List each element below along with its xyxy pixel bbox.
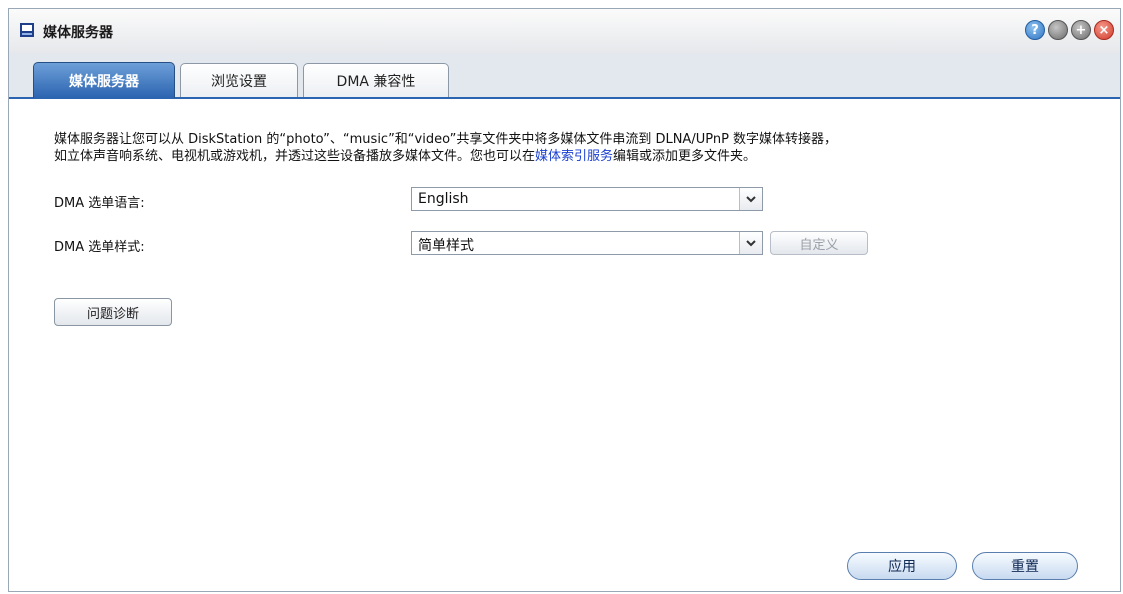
dma-language-value: English [418,191,469,207]
window-title: 媒体服务器 [43,25,113,41]
dma-style-select[interactable]: 简单样式 [411,231,763,255]
window-controls: ? + × [1025,20,1114,40]
description-text: 媒体服务器让您可以从 DiskStation 的“photo”、“music”和… [54,131,1094,165]
dma-style-label: DMA 选单样式: [54,240,145,255]
tab-browse-settings[interactable]: 浏览设置 [180,63,298,97]
chevron-down-icon[interactable] [739,188,762,210]
description-line-2-start: 如立体声音响系统、电视机或游戏机，并透过这些设备播放多媒体文件。您也可以在 [54,149,536,164]
dma-style-value: 简单样式 [418,238,474,254]
description-line-2-end: 编辑或添加更多文件夹。 [613,149,757,164]
dma-language-select[interactable]: English [411,187,763,211]
chevron-down-icon[interactable] [739,232,762,254]
reset-button[interactable]: 重置 [972,552,1078,580]
maximize-icon[interactable]: + [1071,20,1091,40]
description-line-2: 如立体声音响系统、电视机或游戏机，并透过这些设备播放多媒体文件。您也可以在媒体索… [54,148,1094,165]
dma-language-label: DMA 选单语言: [54,196,145,211]
tab-media-server[interactable]: 媒体服务器 [33,62,175,98]
tab-strip: 媒体服务器 浏览设置 DMA 兼容性 [9,53,1120,99]
close-icon[interactable]: × [1094,20,1114,40]
title-bar[interactable]: 媒体服务器 ? + × [9,9,1120,54]
apply-button[interactable]: 应用 [847,552,957,580]
minimize-icon[interactable] [1048,20,1068,40]
media-server-window: 媒体服务器 ? + × 媒体服务器 浏览设置 DMA 兼容性 媒体服务器让您可以… [8,8,1121,592]
customize-button[interactable]: 自定义 [770,231,868,255]
diagnose-button[interactable]: 问题诊断 [54,298,172,326]
help-icon[interactable]: ? [1025,20,1045,40]
media-index-service-link[interactable]: 媒体索引服务 [535,149,613,164]
tab-content: 媒体服务器让您可以从 DiskStation 的“photo”、“music”和… [9,99,1120,591]
tab-dma-compatibility[interactable]: DMA 兼容性 [303,63,449,97]
media-server-app-icon [20,23,34,37]
description-line-1: 媒体服务器让您可以从 DiskStation 的“photo”、“music”和… [54,132,838,147]
